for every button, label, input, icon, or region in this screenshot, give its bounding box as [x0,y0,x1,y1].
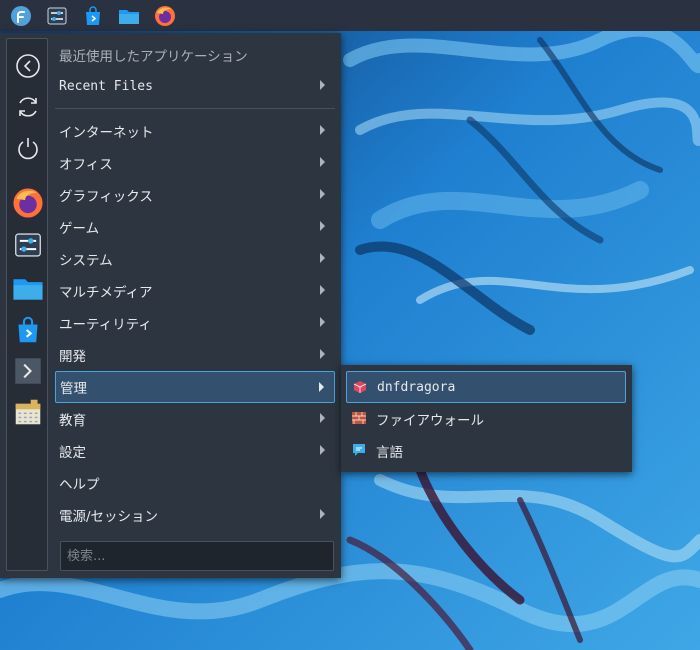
submenu-arrow-icon [320,349,325,359]
favorites-sidebar [6,38,48,571]
menu-item-administration[interactable]: 管理 [55,371,335,403]
back-button[interactable] [10,48,46,84]
dnfdragora-icon [353,381,367,393]
firewall-icon [352,412,366,424]
restart-button[interactable] [10,89,46,125]
submenu-item-firewall[interactable]: ファイアウォール [346,403,626,435]
discover-taskbar-button[interactable] [78,2,108,30]
favorite-archiver[interactable] [10,394,46,430]
submenu-arrow-icon [319,382,324,392]
submenu-arrow-icon [320,189,325,199]
favorite-discover[interactable] [10,312,46,348]
terminal-icon [15,358,41,384]
menu-item-games[interactable]: ゲーム [55,211,335,243]
menu-item-system[interactable]: システム [55,243,335,275]
menu-item-label: ヘルプ [59,477,100,493]
submenu-arrow-icon [320,125,325,135]
menu-item-label: 管理 [60,381,87,397]
menu-item-label: グラフィックス [59,189,153,205]
system-settings-taskbar-button[interactable] [42,2,72,30]
menu-item-label: オフィス [59,157,113,173]
submenu-item-label: dnfdragora [377,379,456,395]
submenu-arrow-icon [320,317,325,327]
menu-item-label: ゲーム [59,221,100,237]
submenu-item-label: 言語 [376,445,403,461]
favorite-firefox[interactable] [10,185,46,221]
refresh-icon [19,97,37,117]
menu-item-label: マルチメディア [59,285,153,301]
favorite-file-manager[interactable] [10,270,46,306]
submenu-arrow-icon [320,413,325,423]
power-icon [18,138,38,160]
menu-item-power-session[interactable]: 電源/セッション [55,499,335,531]
archive-icon [15,399,41,425]
submenu-arrow-icon [320,221,325,231]
favorite-terminal[interactable] [10,353,46,389]
taskbar [0,0,700,31]
shutdown-button[interactable] [10,130,46,166]
menu-item-internet[interactable]: インターネット [55,115,335,147]
submenu-item-label: ファイアウォール [376,413,484,429]
submenu-arrow-icon [320,80,325,90]
menu-item-settings[interactable]: 設定 [55,435,335,467]
shopping-bag-icon [86,5,100,25]
menu-item-label: 設定 [59,445,86,461]
fedora-launcher-button[interactable] [6,2,36,30]
menu-item-multimedia[interactable]: マルチメディア [55,275,335,307]
folder-icon [119,9,139,24]
back-arrow-icon [16,54,40,78]
shopping-bag-icon [18,316,38,343]
menu-item-recent-files[interactable]: Recent Files [55,70,335,102]
language-icon [353,444,365,456]
settings-sliders-icon [15,233,41,257]
firefox-icon [13,188,43,218]
submenu-arrow-icon [320,157,325,167]
recent-apps-header: 最近使用したアプリケーション [59,49,248,65]
menu-item-label: インターネット [59,125,154,141]
search-input[interactable] [60,541,334,571]
menu-item-office[interactable]: オフィス [55,147,335,179]
menu-item-development[interactable]: 開発 [55,339,335,371]
separator [55,108,335,109]
submenu-arrow-icon [320,285,325,295]
fedora-icon [11,5,31,26]
submenu-arrow-icon [320,509,325,519]
submenu-item-language[interactable]: 言語 [346,435,626,467]
menu-item-label: システム [59,253,113,269]
menu-item-graphics[interactable]: グラフィックス [55,179,335,211]
menu-item-label: 教育 [59,413,86,429]
administration-submenu: dnfdragora ファイアウォール 言語 [341,365,632,472]
menu-item-label: Recent Files [59,78,153,94]
menu-item-label: 電源/セッション [59,509,159,525]
settings-sliders-icon [47,7,67,24]
folder-icon [13,279,43,300]
submenu-arrow-icon [320,445,325,455]
submenu-item-dnfdragora[interactable]: dnfdragora [346,371,626,403]
file-manager-taskbar-button[interactable] [114,2,144,30]
menu-item-help[interactable]: ヘルプ [55,467,335,499]
menu-item-education[interactable]: 教育 [55,403,335,435]
favorite-system-settings[interactable] [10,227,46,263]
menu-item-utilities[interactable]: ユーティリティ [55,307,335,339]
menu-item-label: ユーティリティ [59,317,152,333]
firefox-taskbar-button[interactable] [150,2,180,30]
submenu-arrow-icon [320,253,325,263]
menu-item-label: 開発 [59,349,86,365]
application-launcher-menu: 最近使用したアプリケーション Recent Files インターネット オフィス… [0,33,341,578]
firefox-icon [155,5,175,26]
